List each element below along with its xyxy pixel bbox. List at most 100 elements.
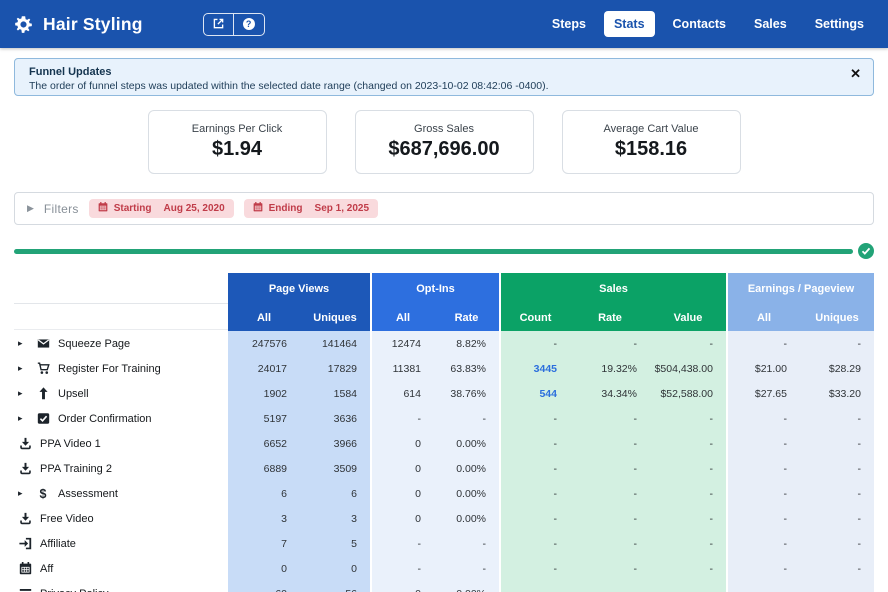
tab-stats[interactable]: Stats — [604, 11, 655, 37]
table-cell: - — [650, 406, 726, 431]
step-label: PPA Training 2 — [40, 463, 112, 475]
chevron-right-icon[interactable]: ▶ — [27, 203, 34, 214]
table-cell: 0 — [370, 431, 434, 456]
table-cell: 0 — [370, 456, 434, 481]
table-cell: 0 — [370, 481, 434, 506]
table-cell: 3966 — [300, 431, 370, 456]
nav-tabs: Steps Stats Contacts Sales Settings — [542, 11, 874, 37]
gear-icon[interactable] — [14, 15, 33, 34]
external-link-icon — [213, 17, 224, 32]
subheader-earn-all[interactable]: All — [726, 304, 800, 331]
table-cell: - — [499, 331, 570, 356]
table-cell: 24017 — [228, 356, 300, 381]
help-button[interactable]: ? — [234, 14, 264, 35]
expand-chevron-icon[interactable]: ▸ — [18, 363, 28, 374]
expand-chevron-icon[interactable]: ▸ — [18, 338, 28, 349]
table-cell: 0 — [370, 581, 434, 592]
ending-value: Sep 1, 2025 — [315, 203, 369, 214]
subheader-earn-uniques[interactable]: Uniques — [800, 304, 874, 331]
table-cell: - — [800, 556, 874, 581]
table-cell: - — [370, 406, 434, 431]
table-body: ▸Squeeze Page247576141464124748.82%-----… — [0, 331, 874, 592]
subheader-pv-all[interactable]: All — [228, 304, 300, 331]
table-cell: - — [570, 481, 650, 506]
table-cell: 1902 — [228, 381, 300, 406]
close-icon[interactable]: ✕ — [850, 67, 861, 80]
ending-date-pill[interactable]: Ending Sep 1, 2025 — [244, 199, 378, 218]
subheader-sales-count[interactable]: Count — [499, 304, 570, 331]
table-cell: 3 — [228, 506, 300, 531]
table-cell: - — [650, 481, 726, 506]
list-icon — [18, 587, 32, 592]
expand-chevron-icon[interactable]: ▸ — [18, 488, 28, 499]
filters-label[interactable]: Filters — [44, 202, 79, 216]
dollar-icon: $ — [36, 487, 50, 501]
step-label-cell[interactable]: ▸ Squeeze Page — [0, 331, 228, 356]
table-cell: - — [499, 581, 570, 592]
table-cell: - — [726, 456, 800, 481]
table-cell: - — [499, 406, 570, 431]
table-row: ▸$Assessment6600.00%----- — [0, 481, 874, 506]
table-row: PPA Video 16652396600.00%----- — [0, 431, 874, 456]
table-cell: 0 — [370, 506, 434, 531]
expand-chevron-icon[interactable]: ▸ — [18, 388, 28, 399]
table-cell: 3509 — [300, 456, 370, 481]
table-row: Privacy Policy605600.00%----- — [0, 581, 874, 592]
stat-card-average-cart-value: Average Cart Value $158.16 — [562, 110, 741, 174]
banner-title: Funnel Updates — [29, 65, 839, 79]
stat-cards: Earnings Per Click $1.94 Gross Sales $68… — [0, 110, 888, 174]
table-cell: 12474 — [370, 331, 434, 356]
step-label-cell[interactable]: ▸Order Confirmation — [0, 406, 228, 431]
table-cell: 0 — [300, 556, 370, 581]
tab-sales[interactable]: Sales — [744, 11, 797, 37]
step-label-cell[interactable]: ▸$Assessment — [0, 481, 228, 506]
table-row: Free Video3300.00%----- — [0, 506, 874, 531]
sales-count-link[interactable]: 3445 — [499, 356, 570, 381]
table-cell: 63.83% — [434, 356, 499, 381]
table-cell: - — [650, 431, 726, 456]
table-cell: - — [800, 406, 874, 431]
envelope-icon — [36, 337, 50, 351]
step-label-cell: PPA Training 2 — [0, 456, 228, 481]
tab-steps[interactable]: Steps — [542, 11, 596, 37]
ending-label: Ending — [269, 203, 303, 214]
subheader-pv-uniques[interactable]: Uniques — [300, 304, 370, 331]
table-cell: - — [726, 556, 800, 581]
table-cell: - — [570, 556, 650, 581]
tab-settings[interactable]: Settings — [805, 11, 874, 37]
group-header-earnings-pageview: Earnings / Pageview — [726, 273, 874, 304]
table-row: ▸Squeeze Page247576141464124748.82%----- — [0, 331, 874, 356]
table-cell: - — [570, 431, 650, 456]
open-external-button[interactable] — [204, 14, 234, 35]
starting-value: Aug 25, 2020 — [163, 203, 224, 214]
table-cell: - — [726, 431, 800, 456]
check-square-icon — [36, 412, 50, 426]
step-label-cell[interactable]: ▸Upsell — [0, 381, 228, 406]
sales-count-link[interactable]: 544 — [499, 381, 570, 406]
stat-label: Earnings Per Click — [192, 123, 282, 135]
table-cell: - — [726, 481, 800, 506]
subheader-opt-all[interactable]: All — [370, 304, 434, 331]
question-icon: ? — [243, 18, 255, 30]
table-cell: $28.29 — [800, 356, 874, 381]
table-cell: - — [434, 556, 499, 581]
tab-contacts[interactable]: Contacts — [663, 11, 736, 37]
subheader-sales-rate[interactable]: Rate — [570, 304, 650, 331]
table-row: ▸Register For Training24017178291138163.… — [0, 356, 874, 381]
table-cell: - — [800, 456, 874, 481]
table-cell: 1584 — [300, 381, 370, 406]
table-cell: 56 — [300, 581, 370, 592]
subheader-opt-rate[interactable]: Rate — [434, 304, 499, 331]
expand-chevron-icon[interactable]: ▸ — [18, 413, 28, 424]
table-cell: - — [570, 406, 650, 431]
table-cell: - — [726, 406, 800, 431]
step-label: Squeeze Page — [58, 338, 130, 350]
calendar-icon — [18, 562, 32, 576]
step-label: Aff — [40, 563, 53, 575]
starting-date-pill[interactable]: Starting Aug 25, 2020 — [89, 199, 234, 218]
table-cell: - — [499, 556, 570, 581]
table-cell: - — [800, 581, 874, 592]
step-label-cell[interactable]: ▸Register For Training — [0, 356, 228, 381]
table-cell: - — [499, 431, 570, 456]
subheader-sales-value[interactable]: Value — [650, 304, 726, 331]
